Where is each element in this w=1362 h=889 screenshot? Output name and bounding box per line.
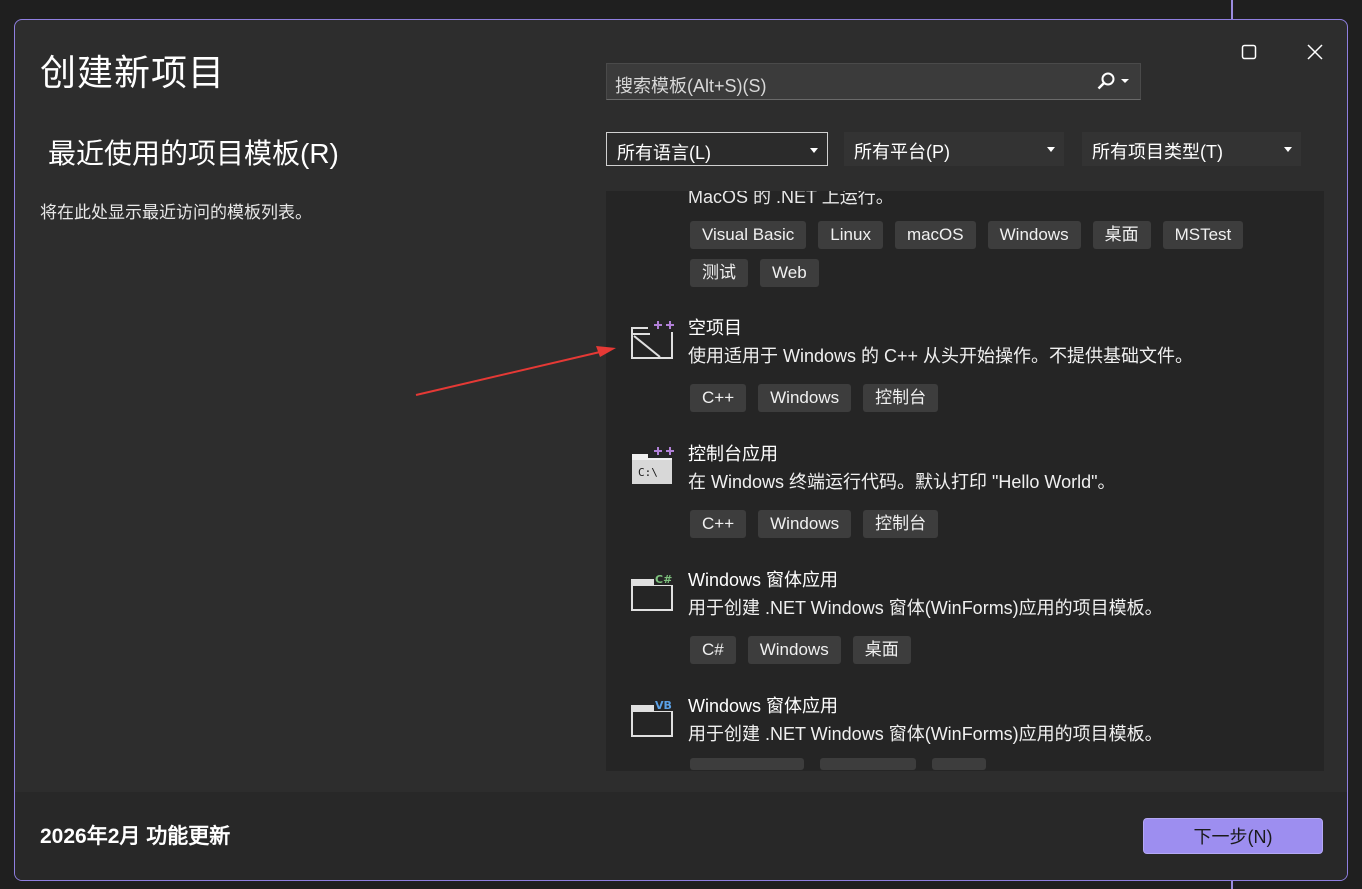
- page-title: 创建新项目: [40, 52, 226, 93]
- dialog-footer: 2026年2月 功能更新 下一步(N): [15, 792, 1347, 880]
- maximize-button[interactable]: [1227, 30, 1271, 74]
- tag: Windows: [987, 221, 1081, 249]
- feature-update-notice: 2026年2月 功能更新: [40, 825, 231, 848]
- recent-templates-heading: 最近使用的项目模板(R): [48, 138, 339, 169]
- template-name: Windows 窗体应用: [688, 696, 839, 716]
- template-desc: 在 Windows 终端运行代码。默认打印 "Hello World"。: [688, 472, 1116, 492]
- search-options-button[interactable]: [1096, 71, 1130, 91]
- svg-text:VB: VB: [655, 699, 672, 712]
- template-desc: 用于创建 .NET Windows 窗体(WinForms)应用的项目模板。: [688, 724, 1163, 744]
- search-placeholder: 搜索模板(Alt+S)(S): [615, 76, 767, 96]
- tag: macOS: [894, 221, 976, 249]
- tag: MSTest: [1162, 221, 1244, 249]
- next-button[interactable]: 下一步(N): [1143, 818, 1323, 854]
- template-desc: 使用适用于 Windows 的 C++ 从头开始操作。不提供基础文件。: [688, 346, 1194, 366]
- tag: C++: [690, 384, 747, 412]
- project-type-filter-label: 所有项目类型(T): [1092, 142, 1223, 162]
- search-icon: [1097, 72, 1115, 90]
- tag: [932, 758, 986, 770]
- chevron-down-icon: [1047, 147, 1055, 152]
- chevron-down-icon: [1284, 147, 1292, 152]
- template-name: 空项目: [688, 318, 742, 338]
- tag: Windows: [758, 510, 852, 538]
- template-tags: C# Windows 桌面: [690, 636, 1290, 664]
- close-icon: [1307, 44, 1323, 60]
- tag: 桌面: [1092, 221, 1151, 249]
- template-name: 控制台应用: [688, 444, 778, 464]
- console-app-icon: C:\: [632, 446, 676, 484]
- list-item-winforms-csharp[interactable]: C# Windows 窗体应用 用于创建 .NET Windows 窗体(Win…: [606, 566, 1324, 676]
- tag: Windows: [758, 384, 852, 412]
- recent-templates-empty-text: 将在此处显示最近访问的模板列表。: [40, 203, 312, 222]
- tag: [820, 758, 916, 770]
- project-type-filter-dropdown[interactable]: 所有项目类型(T): [1082, 132, 1301, 166]
- template-tags: Visual Basic Linux macOS Windows 桌面 MSTe…: [690, 221, 1290, 287]
- list-item-console-app[interactable]: C:\ 控制台应用 在 Windows 终端运行代码。默认打印 "Hello W…: [606, 440, 1324, 550]
- template-desc: 用于创建 .NET Windows 窗体(WinForms)应用的项目模板。: [688, 598, 1163, 618]
- tag: Visual Basic: [690, 221, 807, 249]
- maximize-icon: [1241, 44, 1257, 60]
- create-project-dialog: 创建新项目 最近使用的项目模板(R) 将在此处显示最近访问的模板列表。 搜索模板…: [14, 19, 1348, 881]
- tag: C++: [690, 510, 747, 538]
- platform-filter-dropdown[interactable]: 所有平台(P): [844, 132, 1064, 166]
- template-name: Windows 窗体应用: [688, 570, 839, 590]
- template-tags-cut-off: [690, 758, 986, 770]
- tag: 控制台: [863, 384, 939, 412]
- svg-text:C#: C#: [655, 573, 672, 586]
- list-item-empty-project[interactable]: 空项目 使用适用于 Windows 的 C++ 从头开始操作。不提供基础文件。 …: [606, 314, 1324, 424]
- winforms-vb-icon: VB: [631, 698, 676, 737]
- template-tags: C++ Windows 控制台: [690, 510, 1290, 538]
- empty-project-icon: [631, 320, 676, 359]
- chevron-down-icon: [1121, 79, 1129, 83]
- tag: [690, 758, 804, 770]
- tag: Windows: [747, 636, 841, 664]
- tag: 桌面: [852, 636, 911, 664]
- chevron-down-icon: [810, 148, 818, 153]
- tag: 控制台: [863, 510, 939, 538]
- background-divider: [1231, 0, 1233, 20]
- platform-filter-label: 所有平台(P): [854, 142, 950, 162]
- template-tags: C++ Windows 控制台: [690, 384, 1290, 412]
- svg-text:C:\: C:\: [638, 466, 658, 479]
- tag: 测试: [690, 259, 748, 287]
- language-filter-label: 所有语言(L): [617, 143, 711, 163]
- tag: C#: [690, 636, 736, 664]
- close-button[interactable]: [1293, 30, 1337, 74]
- template-search-input[interactable]: 搜索模板(Alt+S)(S): [606, 63, 1141, 100]
- winforms-csharp-icon: C#: [631, 572, 676, 611]
- tag: Linux: [818, 221, 883, 249]
- template-list[interactable]: MacOS 的 .NET 上运行。 Visual Basic Linux mac…: [606, 191, 1324, 771]
- tag: Web: [760, 259, 819, 287]
- template-desc-cut-off: MacOS 的 .NET 上运行。: [688, 191, 894, 207]
- language-filter-dropdown[interactable]: 所有语言(L): [606, 132, 828, 166]
